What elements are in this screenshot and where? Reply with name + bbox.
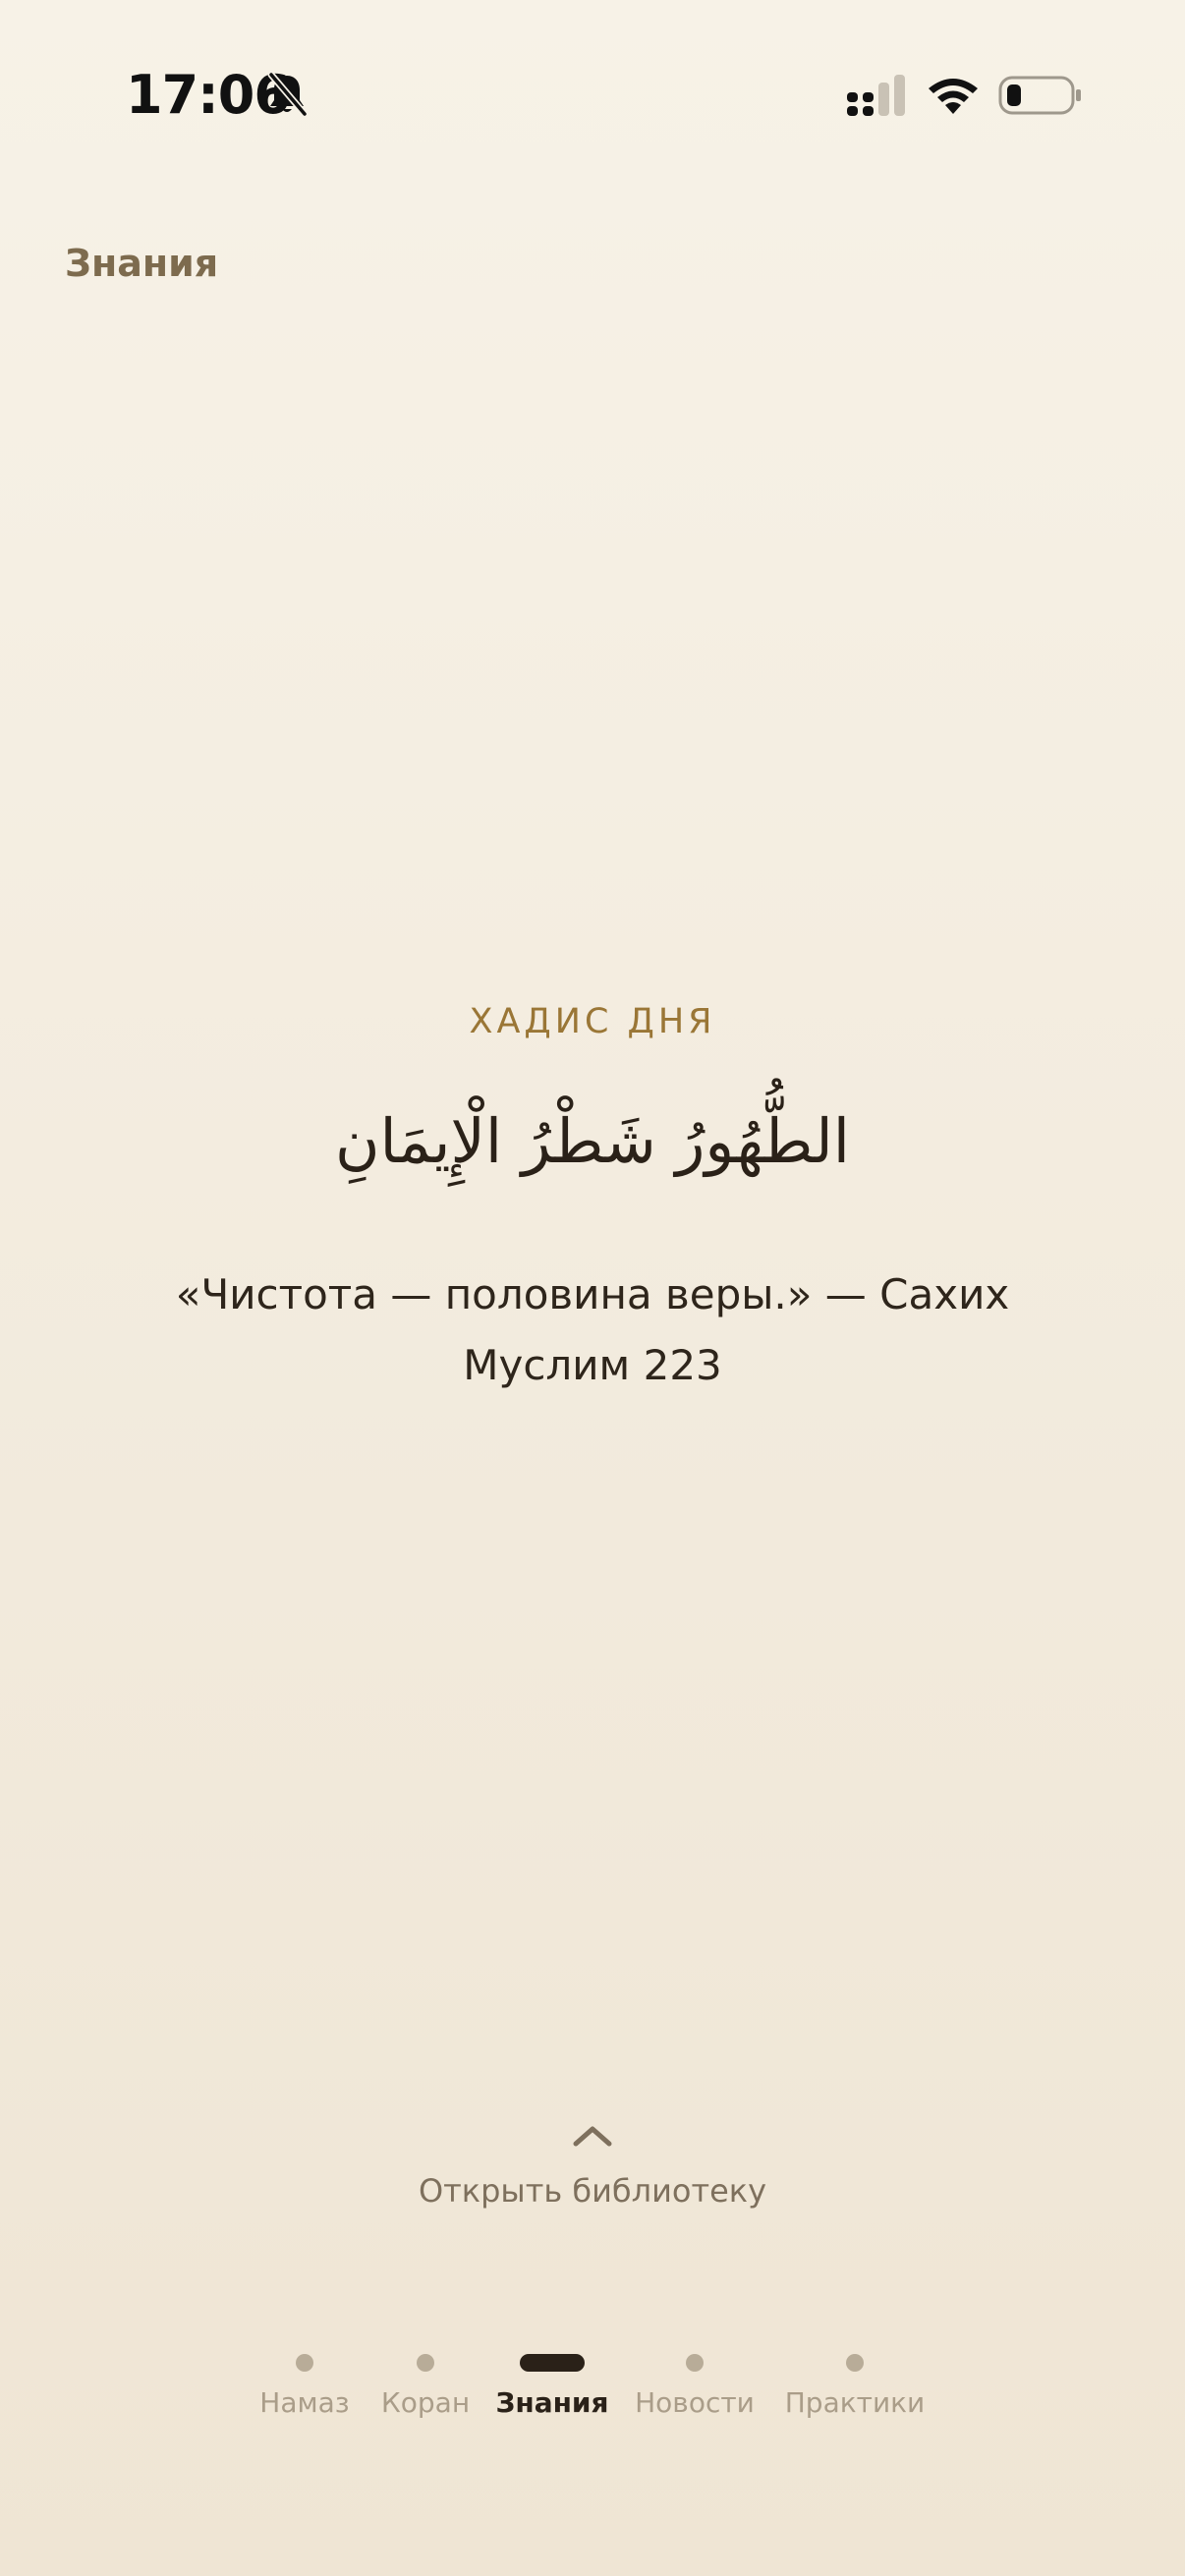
bell-slash-icon bbox=[267, 71, 309, 118]
bottom-nav: Намаз Коран Знания Новости Практики bbox=[0, 2342, 1185, 2450]
tab-label: Коран bbox=[380, 2386, 471, 2419]
hadith-arabic-text: الطُّهُورُ شَطْرُ الْإِيمَانِ bbox=[334, 1105, 851, 1177]
nav-dot-indicator bbox=[846, 2354, 864, 2372]
hadith-translation: «Чистота — половина веры.» — Сахих Мусли… bbox=[175, 1270, 1010, 1389]
tab-znaniya[interactable]: Знания bbox=[483, 2342, 621, 2450]
nav-dot-indicator bbox=[296, 2354, 313, 2372]
page-title: Знания bbox=[65, 242, 219, 285]
open-library-button[interactable]: Открыть библиотеку bbox=[0, 2161, 1185, 2220]
tab-label: Знания bbox=[495, 2386, 609, 2419]
wifi-icon bbox=[929, 79, 978, 114]
tab-praktiki[interactable]: Практики bbox=[776, 2342, 933, 2450]
tab-novosti[interactable]: Новости bbox=[621, 2342, 768, 2450]
cellular-signal-icon bbox=[847, 75, 905, 116]
hadith-label: ХАДИС ДНЯ bbox=[469, 1002, 716, 1041]
nav-active-indicator bbox=[520, 2354, 585, 2372]
battery-low-icon bbox=[998, 76, 1081, 115]
tab-koran[interactable]: Коран bbox=[362, 2342, 489, 2450]
tab-label: Новости bbox=[635, 2386, 755, 2419]
tab-label: Практики bbox=[784, 2386, 926, 2419]
nav-dot-indicator bbox=[417, 2354, 434, 2372]
tab-label: Намаз bbox=[259, 2386, 350, 2419]
chevron-up-icon[interactable] bbox=[570, 2122, 615, 2150]
nav-dot-indicator bbox=[686, 2354, 704, 2372]
status-bar: 17:06 bbox=[0, 0, 1185, 187]
tab-namaz[interactable]: Намаз bbox=[236, 2342, 373, 2450]
